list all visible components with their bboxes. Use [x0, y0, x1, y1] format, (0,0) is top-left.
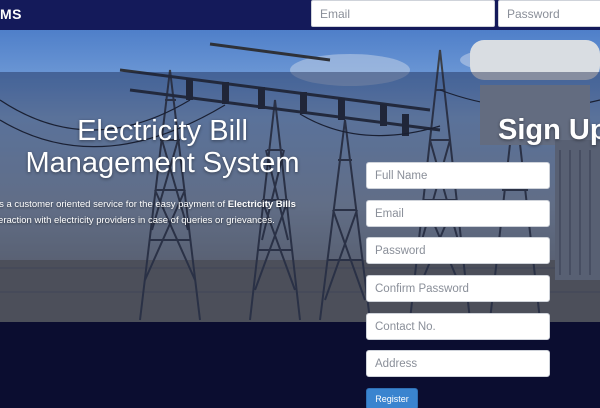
register-button[interactable]: Register — [366, 388, 418, 408]
full-name-input[interactable] — [366, 162, 550, 189]
intro-text: S is a customer oriented service for the… — [0, 197, 340, 229]
page-title: Electricity Bill Management System — [0, 115, 325, 179]
brand-logo[interactable]: MS — [0, 6, 22, 22]
signup-title: Sign Up — [498, 114, 600, 146]
title-line-2: Management System — [25, 147, 300, 179]
intro-text-bold: Electricity Bills — [227, 199, 296, 210]
login-password-input[interactable] — [498, 0, 600, 27]
title-line-1: Electricity Bill — [77, 115, 248, 147]
contact-number-input[interactable] — [366, 313, 550, 340]
intro-text-part-1: S is a customer oriented service for the… — [0, 199, 228, 210]
signup-email-input[interactable] — [366, 200, 550, 227]
intro-text-part-2: interaction with electricity providers i… — [0, 215, 275, 226]
confirm-password-input[interactable] — [366, 275, 550, 302]
login-email-input[interactable] — [311, 0, 495, 27]
address-input[interactable] — [366, 350, 550, 377]
signup-password-input[interactable] — [366, 237, 550, 264]
top-navbar: MS — [0, 0, 600, 30]
